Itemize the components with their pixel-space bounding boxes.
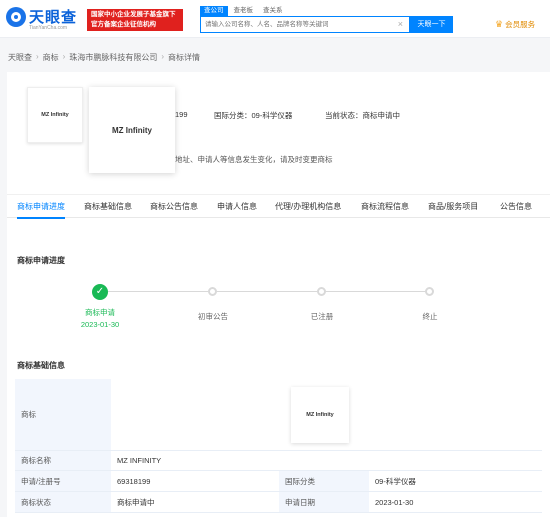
tab-basic-info[interactable]: 商标基础信息 xyxy=(84,195,132,219)
logo-text: 天眼查 xyxy=(29,9,78,26)
logo-subtext: TianYanCha.com xyxy=(29,25,68,31)
status-value: 商标申请中 xyxy=(117,497,155,507)
trademark-key: 商标 xyxy=(15,379,111,450)
table-row: 商标名称 MZ INFINITY xyxy=(15,451,542,471)
breadcrumb-company[interactable]: 珠海市鹏脉科技有限公司 xyxy=(69,52,157,63)
intl-class-summary: 国际分类：09-科学仪器 xyxy=(214,111,293,120)
table-row: 商标状态 商标申请中 申请日期 2023-01-30 xyxy=(15,492,542,513)
change-notice: 地址、申请人等信息发生变化，请及时变更商标 xyxy=(175,155,333,164)
tab-search-company[interactable]: 查公司 xyxy=(200,6,228,16)
progress-line xyxy=(217,291,317,292)
reg-no-value: 69318199 xyxy=(117,476,151,486)
name-value: MZ INFINITY xyxy=(117,456,162,465)
step-label: 商标申请 xyxy=(85,308,115,317)
step-date: 2023-01-30 xyxy=(80,320,120,329)
crown-icon: ♛ xyxy=(495,19,504,29)
eye-logo-icon xyxy=(6,7,26,27)
tab-application-progress[interactable]: 商标申请进度 xyxy=(17,195,65,219)
vip-service-link[interactable]: ♛ 会员服务 xyxy=(495,19,535,30)
progress-line xyxy=(108,291,208,292)
tab-applicant-info[interactable]: 申请人信息 xyxy=(217,195,257,219)
banner-line-2: 官方备案企业征信机构 xyxy=(91,21,156,28)
breadcrumb-home[interactable]: 天眼查 xyxy=(8,52,32,63)
step-label: 终止 xyxy=(422,312,438,321)
progress-section-title: 商标申请进度 xyxy=(17,256,65,265)
date-key: 申请日期 xyxy=(279,492,369,512)
class-key: 国际分类 xyxy=(279,471,369,491)
status-summary: 当前状态：商标申请中 xyxy=(325,111,400,120)
check-icon: ✓ xyxy=(92,284,108,300)
trademark-image[interactable]: MZ Infinity xyxy=(291,387,349,443)
top-header: 天眼查 TianYanCha.com 国家中小企业发展子基金旗下 官方备案企业征… xyxy=(0,0,550,38)
step-label: 初审公告 xyxy=(198,312,228,321)
search-input[interactable] xyxy=(205,17,390,32)
tab-process-info[interactable]: 商标流程信息 xyxy=(361,195,409,219)
tab-search-relation[interactable]: 查关系 xyxy=(259,6,287,16)
vip-label: 会员服务 xyxy=(505,20,536,29)
step-dot-icon xyxy=(425,287,434,296)
reg-no-key: 申请/注册号 xyxy=(15,471,111,491)
banner-line-1: 国家中小企业发展子基金旗下 xyxy=(91,11,176,18)
search-box: × xyxy=(200,16,410,33)
step-label: 已注册 xyxy=(310,312,334,321)
breadcrumb-trademark[interactable]: 商标 xyxy=(43,52,59,63)
reg-number-partial: 199 xyxy=(175,110,188,119)
tab-goods-services[interactable]: 商品/服务项目 xyxy=(428,195,478,219)
chevron-right-icon: › xyxy=(161,52,165,61)
name-key: 商标名称 xyxy=(15,451,111,470)
tab-agency-info[interactable]: 代理/办理机构信息 xyxy=(275,195,341,219)
class-value: 09-科学仪器 xyxy=(375,476,416,486)
search-button[interactable]: 天眼一下 xyxy=(410,16,453,33)
chevron-right-icon: › xyxy=(62,52,66,61)
tab-announcement-info[interactable]: 商标公告信息 xyxy=(150,195,198,219)
breadcrumb-current: 商标详情 xyxy=(168,53,201,62)
date-value: 2023-01-30 xyxy=(375,497,414,507)
breadcrumb: 天眼查 › 商标 › 珠海市鹏脉科技有限公司 › 商标详情 xyxy=(8,52,200,63)
tab-search-boss[interactable]: 查老板 xyxy=(230,6,258,16)
chevron-right-icon: › xyxy=(36,52,39,61)
credit-agency-banner[interactable]: 国家中小企业发展子基金旗下 官方备案企业征信机构 xyxy=(87,9,183,31)
step-dot-icon xyxy=(317,287,326,296)
detail-tabs: 商标申请进度 商标基础信息 商标公告信息 申请人信息 代理/办理机构信息 商标流… xyxy=(7,194,550,219)
trademark-thumbnail[interactable]: MZ Infinity xyxy=(27,87,83,143)
tab-bulletin-info[interactable]: 公告信息 xyxy=(500,195,532,219)
basic-info-section-title: 商标基础信息 xyxy=(17,361,65,370)
trademark-detail-card: MZ Infinity MZ Infinity 199 国际分类：09-科学仪器… xyxy=(7,72,550,517)
clear-icon[interactable]: × xyxy=(398,19,403,29)
status-key: 商标状态 xyxy=(15,492,111,512)
step-dot-icon xyxy=(208,287,217,296)
table-row: 申请/注册号 69318199 国际分类 09-科学仪器 xyxy=(15,471,542,492)
table-row: 商标 MZ Infinity xyxy=(15,379,542,451)
progress-line xyxy=(325,291,425,292)
tianyancha-logo[interactable]: 天眼查 TianYanCha.com xyxy=(6,6,84,34)
search-type-tabs: 查公司 查老板 查关系 xyxy=(200,6,287,16)
trademark-zoom-preview: MZ Infinity xyxy=(89,87,175,173)
